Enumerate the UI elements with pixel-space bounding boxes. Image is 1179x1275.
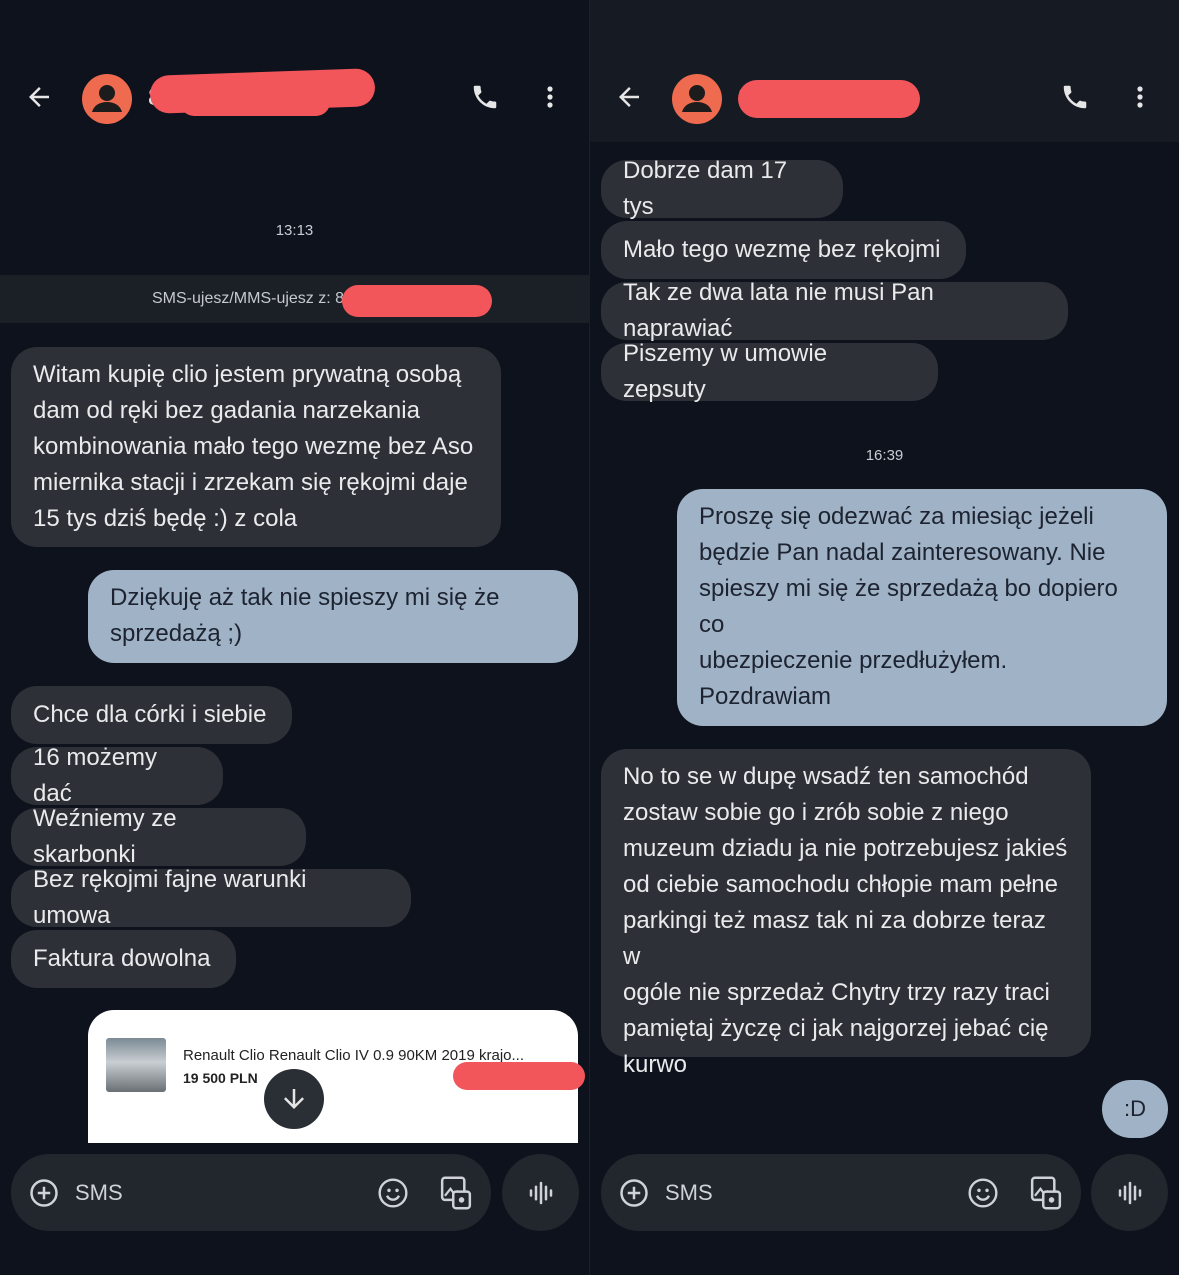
voice-wave-icon xyxy=(1118,1181,1141,1204)
message-line: Dziękuję aż tak nie spieszy mi się że xyxy=(110,584,500,611)
message-line: kurwo xyxy=(623,1051,688,1078)
incoming-message[interactable]: Chce dla córki i siebie xyxy=(11,686,292,744)
emoji-icon[interactable] xyxy=(967,1177,999,1209)
message-line: parkingi też masz tak ni za dobrze teraz… xyxy=(623,907,1046,970)
incoming-message[interactable]: Tak ze dwa lata nie musi Pan naprawiać xyxy=(601,279,1068,342)
message-line: będzie Pan nadal zainteresowany. Nie xyxy=(699,539,1106,566)
compose-bar xyxy=(11,1154,491,1231)
incoming-message[interactable]: Mało tego wezmę bez rękojmi xyxy=(601,221,966,279)
message-line: zostaw sobie go i zrób sobie z niego xyxy=(623,799,1009,826)
timestamp: 13:13 xyxy=(275,222,314,239)
message-line: spieszy mi się że sprzedażą bo dopiero c… xyxy=(699,575,1118,638)
incoming-message[interactable]: Faktura dowolna xyxy=(11,930,236,988)
message-text: Bez rękojmi fajne warunki umowa xyxy=(33,866,307,929)
message-line: Pozdrawiam xyxy=(699,683,832,710)
timestamp: 16:39 xyxy=(865,447,904,464)
incoming-message[interactable]: 16 możemy dać xyxy=(11,744,223,807)
redaction-mark xyxy=(453,1062,585,1090)
message-line: dam od ręki bez gadania narzekania xyxy=(33,397,420,424)
message-line: No to se w dupę wsadź ten samochód xyxy=(623,763,1029,790)
redaction-mark xyxy=(738,80,920,118)
contact-avatar-icon[interactable] xyxy=(672,74,722,124)
incoming-message[interactable]: Witam kupię clio jestem prywatną osobą d… xyxy=(11,347,501,547)
incoming-message[interactable]: Weźniemy ze skarbonki xyxy=(11,805,306,868)
voice-record-button[interactable] xyxy=(502,1154,579,1231)
incoming-message[interactable]: Dobrze dam 17 tys xyxy=(601,157,843,220)
gallery-icon[interactable] xyxy=(1029,1175,1063,1211)
message-line: od ciebie samochodu chłopie mam pełne xyxy=(623,871,1058,898)
message-line: ogóle nie sprzedaż Chytry trzy razy trac… xyxy=(623,979,1050,1006)
message-text: Faktura dowolna xyxy=(33,945,211,972)
more-vert-icon[interactable] xyxy=(540,82,560,112)
arrow-down-icon xyxy=(284,1089,304,1109)
incoming-message[interactable]: No to se w dupę wsadź ten samochód zosta… xyxy=(601,749,1091,1078)
conversation-header: 8 xyxy=(0,0,589,142)
scroll-to-bottom-button[interactable] xyxy=(264,1069,324,1129)
outgoing-reaction-message[interactable]: :D xyxy=(1102,1080,1168,1138)
phone-icon[interactable] xyxy=(470,82,500,112)
back-arrow-icon[interactable] xyxy=(24,82,54,112)
conversation-header: 8 xyxy=(590,0,1179,142)
incoming-message[interactable]: Piszemy w umowie zepsuty xyxy=(601,340,938,403)
message-text: Piszemy w umowie zepsuty xyxy=(623,340,828,403)
link-preview-price: 19 500 PLN xyxy=(183,1070,258,1086)
add-circle-icon[interactable] xyxy=(29,1178,59,1208)
message-line: Proszę się odezwać za miesiąc jeżeli xyxy=(699,503,1094,530)
add-circle-icon[interactable] xyxy=(619,1178,649,1208)
message-text: Chce dla córki i siebie xyxy=(33,701,267,728)
message-line: kombinowania mało tego wezmę bez Aso xyxy=(33,433,474,460)
outgoing-message[interactable]: Dziękuję aż tak nie spieszy mi się że sp… xyxy=(88,570,578,663)
redaction-mark xyxy=(180,88,330,116)
contact-avatar-icon[interactable] xyxy=(82,74,132,124)
back-arrow-icon[interactable] xyxy=(614,82,644,112)
conversation-left: 8 13:13 SMS-ujesz/MMS-ujesz z: 8 Witam k… xyxy=(0,0,589,1275)
car-thumbnail xyxy=(106,1038,166,1092)
message-text: Dobrze dam 17 tys xyxy=(623,157,788,220)
compose-bar xyxy=(601,1154,1081,1231)
redaction-mark xyxy=(342,285,492,317)
voice-wave-icon xyxy=(529,1181,552,1204)
sms-info-text: SMS-ujesz/MMS-ujesz z: 8 xyxy=(152,290,345,307)
phone-icon[interactable] xyxy=(1060,82,1090,112)
incoming-message[interactable]: Bez rękojmi fajne warunki umowa xyxy=(11,866,411,929)
message-line: muzeum dziadu ja nie potrzebujesz jakieś xyxy=(623,835,1068,862)
message-line: sprzedażą ;) xyxy=(110,620,243,647)
outgoing-message[interactable]: Proszę się odezwać za miesiąc jeżeli będ… xyxy=(677,489,1167,726)
sms-input[interactable] xyxy=(665,1174,925,1212)
emoji-icon[interactable] xyxy=(377,1177,409,1209)
message-line: miernika stacji i zrzekam się rękojmi da… xyxy=(33,469,468,496)
voice-record-button[interactable] xyxy=(1091,1154,1168,1231)
more-vert-icon[interactable] xyxy=(1130,82,1150,112)
conversation-right: 8 Dobrze dam 17 tys Mało tego wezmę bez … xyxy=(590,0,1179,1275)
message-line: ubezpieczenie przedłużyłem. xyxy=(699,647,1008,674)
gallery-icon[interactable] xyxy=(439,1175,473,1211)
message-text: Mało tego wezmę bez rękojmi xyxy=(623,236,941,263)
sms-input[interactable] xyxy=(75,1174,335,1212)
message-line: Witam kupię clio jestem prywatną osobą xyxy=(33,361,462,388)
message-line: 15 tys dziś będę :) z cola xyxy=(33,505,298,532)
message-line: pamiętaj życzę ci jak najgorzej jebać ci… xyxy=(623,1015,1049,1042)
